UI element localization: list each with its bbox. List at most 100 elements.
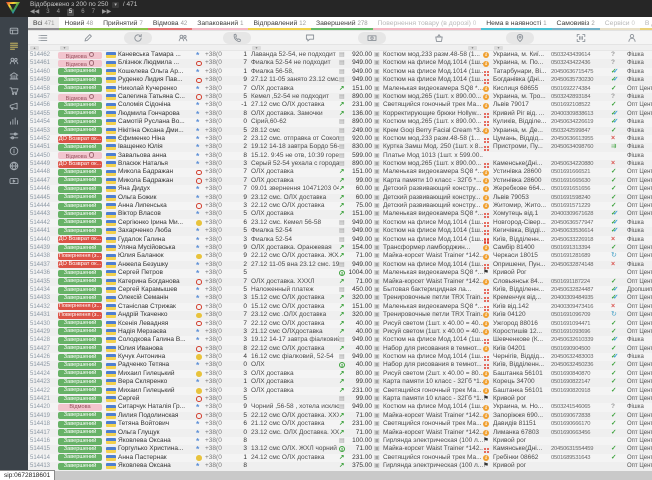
client-phone[interactable]: +38(0 [205, 445, 227, 453]
client-phone[interactable]: +38(0 [205, 303, 227, 311]
tab-filter[interactable]: Всі471 [28, 17, 59, 30]
last-page-button[interactable]: ▶▶ [102, 9, 111, 16]
status-badge[interactable]: Завершений [58, 211, 102, 218]
order-row[interactable]: 514457ВідмоваСалегина Татьяна С...+38(05… [28, 93, 652, 101]
column-header-address[interactable] [488, 31, 551, 44]
status-badge[interactable]: Завершений [58, 354, 102, 361]
client-phone[interactable]: +38(0 [205, 68, 227, 76]
status-badge[interactable]: Повернення (з... [58, 303, 102, 310]
column-filter-dropdown[interactable]: ▾ [494, 46, 503, 51]
order-row[interactable]: 514442ЗавершенийСергіюнко Ірина Ми...+38… [28, 219, 652, 227]
order-row[interactable]: 514460ЗавершенийКошелева Ольга Ар...*+38… [28, 68, 652, 76]
status-badge[interactable]: Завершений [58, 194, 102, 201]
status-badge[interactable]: Завершений [58, 362, 102, 369]
status-badge[interactable]: Завершений [58, 119, 102, 126]
order-row[interactable]: 514447ЗавершенийМикола Бадражан+38(07ОЛХ… [28, 177, 652, 185]
column-header-phone[interactable] [208, 31, 266, 44]
status-badge[interactable]: Завершений [58, 454, 102, 461]
page-button-5[interactable]: 5 [67, 9, 74, 16]
column-header-payment[interactable] [354, 31, 389, 44]
status-badge[interactable]: Завершений [58, 228, 102, 235]
tab-filter[interactable]: Нема в наявності1 [481, 17, 551, 30]
order-row[interactable]: 514443ЗавершенийВіктор Власов*+38(05ОЛХ … [28, 210, 652, 218]
order-row[interactable]: 514421ЗавершенийСергей+38(05▤99.00▣Карта… [28, 395, 652, 403]
tab-filter[interactable]: В дорозі додому0 [640, 17, 652, 30]
tab-filter[interactable]: Сервіси0 [600, 17, 640, 30]
order-row[interactable]: 514434ЗавершенийСергей Карамышев*+38(05Н… [28, 286, 652, 294]
order-row[interactable]: 514452ДО Возврат ок...Єфименко Ніна*+38(… [28, 135, 652, 143]
order-row[interactable]: 514462ВідмоваКаневська Тамара ...*+38(01… [28, 51, 652, 59]
status-badge[interactable]: Завершений [58, 203, 102, 210]
order-row[interactable]: 514453ЗавершенийНікітіна Оксана Дми...*+… [28, 127, 652, 135]
client-phone[interactable]: +38(0 [205, 110, 227, 118]
client-phone[interactable]: +38(0 [205, 219, 227, 227]
client-phone[interactable]: +38(0 [205, 387, 227, 395]
order-row[interactable]: 514437ДО Возврат ок...Анжела Безушку*+38… [28, 261, 652, 269]
client-phone[interactable]: +38(0 [205, 177, 227, 185]
dashboard-icon[interactable] [0, 23, 28, 38]
status-badge[interactable]: ДО Возврат ок... [58, 136, 102, 143]
client-phone[interactable]: +38(0 [205, 160, 227, 168]
client-phone[interactable]: +38(0 [205, 143, 227, 151]
page-button-7[interactable]: 7 [92, 9, 95, 16]
per-page-dropdown[interactable]: ▾ [112, 2, 119, 8]
status-badge[interactable]: Завершений [58, 379, 102, 386]
order-row[interactable]: 514459ЗавершенийРуденко Лидия Пав...+38(… [28, 76, 652, 84]
client-phone[interactable]: +38(0 [205, 185, 227, 193]
status-badge[interactable]: Завершений [58, 387, 102, 394]
client-phone[interactable]: +38(0 [205, 227, 227, 235]
client-phone[interactable]: +38(0 [205, 395, 227, 403]
client-phone[interactable]: +38(0 [205, 294, 227, 302]
status-badge[interactable]: Завершений [58, 370, 102, 377]
promo-icon[interactable] [0, 98, 28, 113]
status-badge[interactable]: ДО Возврат ок... [58, 236, 102, 243]
order-row[interactable]: 514435ЗавершенийКатерина Богданова+38(07… [28, 278, 652, 286]
order-row[interactable]: 514413ЗавершенийЯковлева Оксана*+38(08↗3… [28, 462, 652, 470]
order-row[interactable]: 514441ЗавершенийЗахарченко Люба*+38(05Фи… [28, 227, 652, 235]
client-phone[interactable]: +38(0 [205, 152, 227, 160]
order-row[interactable]: 514419ЗавершенийЛилия Подолинская+38(052… [28, 412, 652, 420]
tab-filter[interactable]: Відмова42 [148, 17, 192, 30]
order-row[interactable]: 514449ДО Возврат ок...Власюк Наталья*+38… [28, 160, 652, 168]
status-badge[interactable]: Відмова [58, 60, 102, 67]
status-badge[interactable]: Завершений [58, 337, 102, 344]
order-row[interactable]: 514445ЗавершенийОльга Божик*+38(0923.12 … [28, 194, 652, 202]
column-filter-dropdown[interactable]: ▴ [30, 46, 39, 51]
status-badge[interactable]: Відмова [58, 152, 102, 159]
status-badge[interactable]: Завершений [58, 186, 102, 193]
client-phone[interactable]: +38(0 [205, 261, 227, 269]
order-row[interactable]: 514458ЗавершенийНиколай Кучеренко*+38(07… [28, 85, 652, 93]
column-header-products[interactable] [389, 31, 488, 44]
client-phone[interactable]: +38(0 [205, 269, 227, 277]
status-badge[interactable]: Завершений [58, 177, 102, 184]
order-row[interactable]: 514432Повернення (з...Станіслав Стрижак+… [28, 303, 652, 311]
client-phone[interactable]: +38(0 [205, 244, 227, 252]
status-badge[interactable]: Завершений [58, 77, 102, 84]
order-row[interactable]: 514455ЗавершенийЛюдмила Гончарова*+38(08… [28, 110, 652, 118]
status-badge[interactable]: Завершений [58, 102, 102, 109]
column-filter-dropdown[interactable]: ▾ [468, 46, 477, 51]
tab-filter[interactable]: Відправлений12 [248, 17, 311, 30]
order-row[interactable]: 514446ЗавершенийЯна Дидух*+38(0709.01 зв… [28, 185, 652, 193]
order-row[interactable]: 514451ЗавершенийІващенко Юлія*+38(0219.1… [28, 143, 652, 151]
status-badge[interactable]: Завершений [58, 463, 102, 470]
status-badge[interactable]: Завершений [58, 295, 102, 302]
client-phone[interactable]: +38(0 [205, 437, 227, 445]
order-row[interactable]: 514450ВідмоваЗавальова анна*+38(0815.12.… [28, 152, 652, 160]
column-filter-dropdown[interactable]: ▾ [60, 46, 69, 51]
client-phone[interactable]: +38(0 [205, 118, 227, 126]
order-row[interactable]: 514414ЗавершенийАнна Пастернак+38(0124.1… [28, 454, 652, 462]
tab-filter[interactable]: Самовивіз2 [552, 17, 600, 30]
order-row[interactable]: 514428ЗавершенийСолодкова Галина В...*+3… [28, 336, 652, 344]
column-header-status[interactable] [118, 31, 158, 44]
status-badge[interactable]: Завершений [58, 270, 102, 277]
cart-icon[interactable] [0, 83, 28, 98]
stats-icon[interactable] [0, 113, 28, 128]
client-phone[interactable]: +38(0 [205, 135, 227, 143]
order-row[interactable]: 514422ЗавершенийМихаил Гилецький+38(03ОЛ… [28, 387, 652, 395]
order-row[interactable]: 514430ЗавершенийКсенія Левадняя+38(0722.… [28, 320, 652, 328]
column-header-clients[interactable] [158, 31, 208, 44]
status-badge[interactable]: Завершений [58, 278, 102, 285]
client-phone[interactable]: +38(0 [205, 210, 227, 218]
status-badge[interactable]: Завершений [58, 85, 102, 92]
